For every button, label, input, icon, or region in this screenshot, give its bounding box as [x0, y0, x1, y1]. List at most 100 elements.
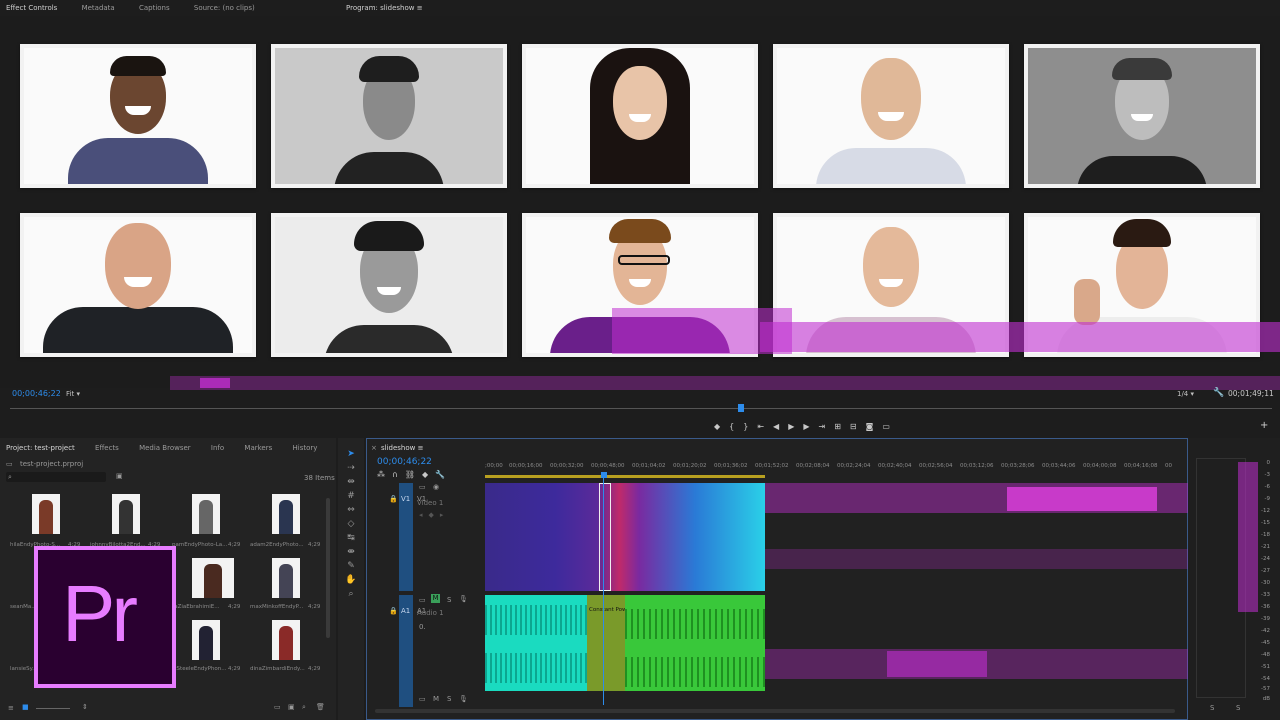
new-bin-bottom-icon[interactable]: ▣	[288, 703, 295, 711]
meter-label: -30	[1261, 580, 1270, 586]
play-icon[interactable]: ▶	[788, 422, 803, 431]
solo-button[interactable]: S	[447, 596, 451, 604]
solo-icon[interactable]: S	[447, 695, 451, 703]
project-item-name: adam2EndyPhoto...	[250, 542, 304, 548]
new-bin-icon[interactable]: ▣	[116, 472, 123, 480]
mute-icon[interactable]: M	[433, 695, 439, 703]
keyframe-nav[interactable]: ◂◆▸	[419, 511, 449, 519]
project-item-thumb[interactable]	[192, 558, 234, 598]
tab-effects[interactable]: Effects	[95, 444, 119, 452]
microphone-icon[interactable]: 🎙	[459, 595, 468, 603]
pen-tool-icon[interactable]: ✎	[345, 560, 357, 572]
timeline-playhead-marker[interactable]	[601, 472, 607, 478]
toggle-sync-icon[interactable]: ▭	[419, 596, 426, 604]
tab-markers[interactable]: Markers	[244, 444, 272, 452]
program-monitor-tab[interactable]: Program: slideshow ≡	[346, 4, 423, 12]
timeline-timecode[interactable]: 00;00;46;22	[377, 457, 432, 467]
slide-tool-icon[interactable]: ⇼	[345, 546, 357, 558]
nest-icon[interactable]: ⁂	[377, 470, 392, 479]
meter-solo-right[interactable]: S	[1236, 704, 1240, 712]
icon-view-icon[interactable]: ■	[22, 703, 29, 711]
toggle-sync-icon[interactable]: ▭	[419, 695, 426, 703]
panel-menu-icon[interactable]: ≡	[418, 444, 424, 452]
trash-icon[interactable]: 🗑	[316, 703, 325, 711]
zoom-slider[interactable]	[36, 708, 70, 709]
video-clip-strip[interactable]	[485, 483, 765, 591]
track-select-tool-icon[interactable]: ⇢	[345, 462, 357, 474]
project-item-name: seanMa...	[10, 604, 37, 610]
project-scrollbar[interactable]	[326, 498, 330, 638]
audio-clip-2[interactable]	[625, 595, 765, 691]
project-item-thumb[interactable]	[32, 494, 60, 534]
project-item-thumb[interactable]	[192, 494, 220, 534]
close-icon[interactable]: ×	[371, 444, 377, 452]
wrench-icon[interactable]: 🔧	[1213, 388, 1224, 398]
tab-project[interactable]: Project: test-project	[6, 444, 75, 452]
lock-icon[interactable]: 🔒	[389, 495, 398, 503]
project-item-thumb[interactable]	[272, 494, 300, 534]
extract-icon[interactable]: ⊟	[850, 422, 866, 431]
snap-icon[interactable]: ∩	[392, 470, 405, 479]
step-back-icon[interactable]: ◀	[773, 422, 788, 431]
tab-history[interactable]: History	[292, 444, 317, 452]
meter-solo-left[interactable]: S	[1210, 704, 1214, 712]
v1-source-patch[interactable]: V1	[399, 483, 413, 591]
compare-icon[interactable]: ▭	[882, 422, 899, 431]
slip-tool-icon[interactable]: ↹	[345, 532, 357, 544]
settings-wrench-icon[interactable]: 🔧	[435, 470, 452, 479]
fit-dropdown[interactable]: Fit ▾	[66, 390, 80, 398]
lift-icon[interactable]: ⊞	[834, 422, 850, 431]
hand-tool-icon[interactable]: ✋	[345, 574, 357, 586]
tab-captions[interactable]: Captions	[139, 4, 170, 12]
tab-source[interactable]: Source: (no clips)	[194, 4, 255, 12]
a1-source-patch[interactable]: A1	[399, 595, 413, 707]
timeline-h-scrollbar[interactable]	[375, 709, 1175, 713]
audio-transition[interactable]: Constant Pow	[587, 595, 626, 691]
search-bottom-icon[interactable]: ⌕	[302, 703, 306, 712]
linked-selection-icon[interactable]: ⛓	[405, 470, 422, 479]
selected-clip[interactable]	[599, 483, 611, 591]
new-item-icon[interactable]: ▭	[274, 703, 281, 711]
playhead-marker[interactable]	[738, 404, 744, 412]
step-forward-icon[interactable]: ▶	[803, 422, 818, 431]
ripple-edit-tool-icon[interactable]: ⇹	[345, 476, 357, 488]
sequence-tab[interactable]: slideshow ≡	[381, 444, 424, 452]
project-item-thumb[interactable]	[272, 558, 300, 598]
marker-icon[interactable]: ◆	[714, 422, 729, 431]
tab-media-browser[interactable]: Media Browser	[139, 444, 191, 452]
list-view-icon[interactable]: ≡	[8, 704, 14, 712]
razor-tool-icon[interactable]: ◇	[345, 518, 357, 530]
add-marker-icon[interactable]: ◆	[422, 470, 435, 479]
playback-resolution-dropdown[interactable]: 1/4 ▾	[1177, 390, 1194, 398]
go-to-out-icon[interactable]: ⇥	[819, 422, 835, 431]
audio-volume-value[interactable]: 0.	[419, 623, 426, 631]
project-item-thumb[interactable]	[272, 620, 300, 660]
program-scrubber[interactable]	[10, 404, 1272, 414]
rate-stretch-tool-icon[interactable]: ⇔	[345, 504, 357, 516]
tab-metadata[interactable]: Metadata	[82, 4, 115, 12]
export-frame-icon[interactable]: ◙	[866, 422, 883, 431]
sort-icon[interactable]: ⇕	[82, 703, 88, 711]
project-item-thumb[interactable]	[112, 494, 140, 534]
program-monitor-viewer[interactable]	[0, 16, 1280, 390]
tab-info[interactable]: Info	[211, 444, 224, 452]
mute-button[interactable]: M	[431, 594, 440, 603]
program-playhead-timecode[interactable]: 00;00;46;22	[12, 389, 61, 398]
project-item-thumb[interactable]	[192, 620, 220, 660]
add-button-icon[interactable]: +	[1260, 420, 1268, 431]
panel-menu-icon[interactable]: ≡	[417, 4, 423, 12]
audio-clip-1[interactable]	[485, 595, 587, 691]
selection-tool-icon[interactable]: ➤	[345, 448, 357, 460]
toggle-sync-icon[interactable]: ▭	[419, 483, 426, 491]
mark-out-icon[interactable]: }	[743, 422, 757, 431]
eye-icon[interactable]: ◉	[433, 483, 439, 491]
tab-effect-controls[interactable]: Effect Controls	[6, 4, 57, 12]
go-to-in-icon[interactable]: ⇤	[757, 422, 773, 431]
project-search-input[interactable]: ⌕	[6, 472, 106, 482]
rolling-edit-tool-icon[interactable]: #	[345, 490, 357, 502]
work-area-bar[interactable]	[485, 475, 765, 478]
microphone-icon[interactable]: 🎙	[459, 695, 468, 703]
lock-icon[interactable]: 🔒	[389, 607, 398, 615]
zoom-tool-icon[interactable]: ⌕	[345, 588, 357, 600]
mark-in-icon[interactable]: {	[729, 422, 743, 431]
